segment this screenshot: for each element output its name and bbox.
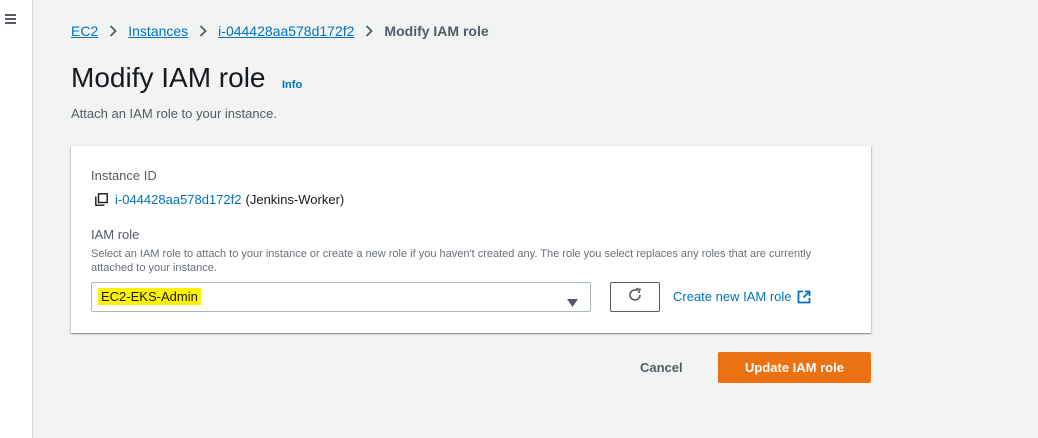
- iam-role-description: Select an IAM role to attach to your ins…: [91, 248, 812, 274]
- refresh-button[interactable]: [610, 282, 660, 312]
- instance-name: (Jenkins-Worker): [245, 192, 345, 207]
- iam-role-selected-value: EC2-EKS-Admin: [98, 288, 201, 305]
- caret-down-icon: [567, 294, 578, 312]
- instance-id-link[interactable]: i-044428aa578d172f2: [115, 192, 242, 207]
- page-title: Modify IAM role: [71, 62, 266, 93]
- iam-role-label: IAM role: [91, 227, 140, 242]
- chevron-right-icon: [365, 25, 374, 37]
- chevron-right-icon: [199, 25, 207, 37]
- create-iam-role-label: Create new IAM role: [673, 289, 792, 304]
- breadcrumb-instance-id[interactable]: i-044428aa578d172f2: [218, 23, 354, 39]
- copy-icon[interactable]: [95, 193, 108, 206]
- refresh-icon: [627, 287, 643, 308]
- page-description: Attach an IAM role to your instance.: [71, 106, 277, 121]
- chevron-right-icon: [109, 25, 118, 37]
- external-link-icon: [797, 290, 811, 304]
- breadcrumb-ec2[interactable]: EC2: [71, 23, 98, 39]
- breadcrumb-instances[interactable]: Instances: [128, 23, 188, 39]
- modify-role-panel: Instance ID i-044428aa578d172f2 (Jenkins…: [71, 145, 871, 333]
- info-link[interactable]: Info: [282, 79, 302, 91]
- breadcrumb: EC2 Instances i-044428aa578d172f2 Modify…: [71, 23, 489, 39]
- instance-id-label: Instance ID: [91, 168, 157, 183]
- cancel-button[interactable]: Cancel: [640, 360, 683, 375]
- instance-id-value: i-044428aa578d172f2 (Jenkins-Worker): [95, 192, 344, 207]
- hamburger-menu-icon[interactable]: [5, 14, 16, 24]
- create-iam-role-link[interactable]: Create new IAM role: [673, 289, 811, 304]
- update-iam-role-button[interactable]: Update IAM role: [718, 352, 871, 383]
- iam-role-select[interactable]: EC2-EKS-Admin: [91, 282, 591, 312]
- side-navigation-rail: [0, 0, 33, 438]
- breadcrumb-current: Modify IAM role: [384, 23, 489, 39]
